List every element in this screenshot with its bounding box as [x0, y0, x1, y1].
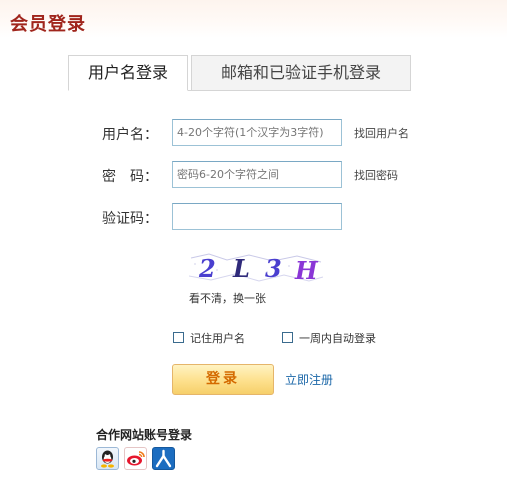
- captcha-char-3: 3: [265, 254, 282, 283]
- weibo-icon[interactable]: [124, 447, 147, 470]
- register-link[interactable]: 立即注册: [285, 371, 333, 388]
- captcha-char-4: H: [295, 256, 318, 285]
- username-input[interactable]: [172, 119, 342, 146]
- username-label: 用户名：: [102, 127, 158, 143]
- captcha-label: 验证码：: [102, 211, 158, 227]
- login-tabs: 用户名登录 邮箱和已验证手机登录: [68, 55, 411, 91]
- auto-login-checkbox[interactable]: [282, 332, 293, 343]
- remember-username-checkbox[interactable]: [173, 332, 184, 343]
- captcha-char-1: 2: [199, 254, 216, 283]
- tab-email-phone-login[interactable]: 邮箱和已验证手机登录: [191, 55, 411, 91]
- password-label: 密 码：: [102, 169, 158, 185]
- captcha-image[interactable]: 2 L 3 H: [189, 252, 323, 285]
- remember-username-label: 记住用户名: [190, 332, 245, 345]
- captcha-input[interactable]: [172, 203, 342, 230]
- renren-icon[interactable]: [152, 447, 175, 470]
- partner-login-title: 合作网站账号登录: [96, 428, 193, 442]
- auto-login-label: 一周内自动登录: [299, 332, 376, 345]
- captcha-refresh-link[interactable]: 看不清，换一张: [189, 290, 266, 306]
- password-input[interactable]: [172, 161, 342, 188]
- find-username-link[interactable]: 找回用户名: [354, 125, 409, 141]
- page-title: 会员登录: [10, 14, 86, 35]
- find-password-link[interactable]: 找回密码: [354, 167, 398, 183]
- tab-username-login[interactable]: 用户名登录: [68, 55, 188, 91]
- qq-icon[interactable]: [96, 447, 119, 470]
- captcha-char-2: L: [233, 254, 250, 283]
- login-button[interactable]: 登录: [172, 364, 274, 395]
